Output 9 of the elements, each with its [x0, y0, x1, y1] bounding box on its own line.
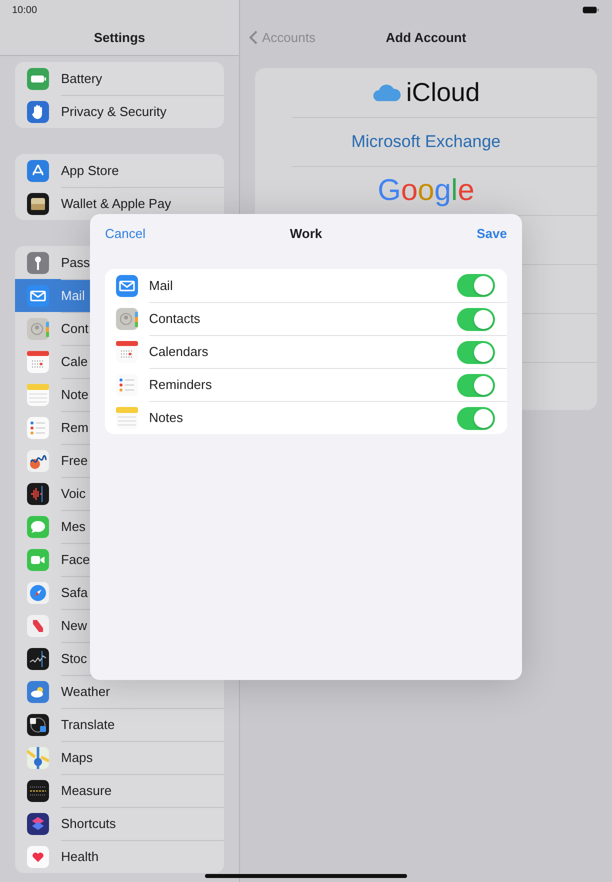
toggle-label: Notes — [149, 409, 184, 428]
toggle-label: Reminders — [149, 376, 213, 394]
toggle-label: Mail — [149, 276, 174, 295]
status-time: 10:00 — [12, 4, 38, 18]
toggle-label: Contacts — [149, 310, 202, 328]
toggle-label: Calendars — [149, 343, 210, 362]
sheet-title: Work — [288, 225, 324, 244]
sidebar-title: Settings — [94, 28, 146, 47]
pane-title: Add Account — [386, 29, 466, 48]
